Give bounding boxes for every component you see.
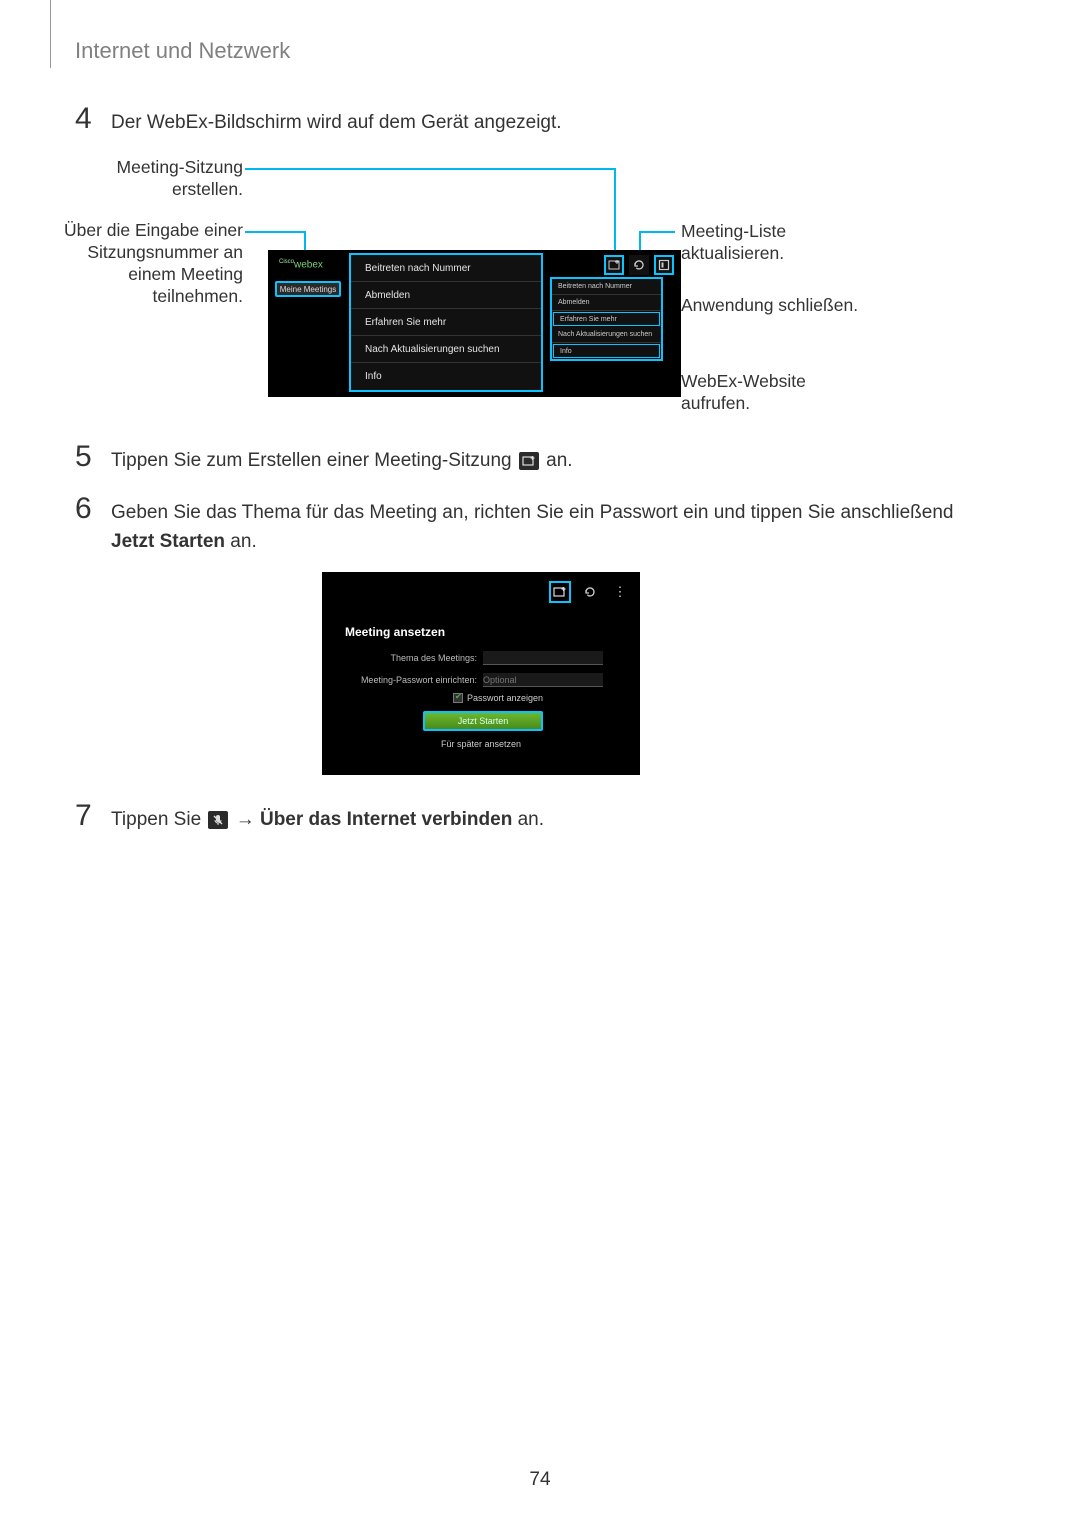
refresh-icon[interactable]	[579, 581, 601, 603]
mini-item[interactable]: Abmelden	[552, 295, 661, 311]
step-number: 4	[75, 104, 97, 134]
schedule-later-link[interactable]: Für später ansetzen	[323, 739, 639, 749]
menu-item-info[interactable]: Info	[351, 363, 541, 390]
callout-close-app: Anwendung schließen.	[681, 295, 881, 317]
mini-item[interactable]: Beitreten nach Nummer	[552, 279, 661, 295]
step-text: Tippen Sie zum Erstellen einer Meeting-S…	[111, 442, 573, 476]
label-show-password: Passwort anzeigen	[467, 693, 543, 703]
tab-my-meetings[interactable]: Meine Meetings	[275, 281, 341, 297]
row-show-password[interactable]: Passwort anzeigen	[453, 693, 543, 703]
mini-item[interactable]: Nach Aktualisierungen suchen	[552, 327, 661, 343]
input-password[interactable]	[483, 673, 603, 687]
label-topic: Thema des Meetings:	[357, 653, 477, 663]
header-rule	[50, 0, 51, 68]
step-text: Tippen Sie → Über das Internet verbinden…	[111, 801, 544, 835]
menu-item-learn-more[interactable]: Erfahren Sie mehr	[351, 309, 541, 336]
callout-create-meeting: Meeting-Sitzung erstellen.	[48, 157, 243, 201]
step-5: 5 Tippen Sie zum Erstellen einer Meeting…	[75, 442, 573, 476]
overflow-menu: Beitreten nach Nummer Abmelden Erfahren …	[550, 277, 663, 361]
webex-logo: Ciscowebex	[279, 259, 323, 270]
step-number: 5	[75, 442, 97, 472]
close-app-icon[interactable]	[654, 255, 674, 275]
more-icon[interactable]: ⋮	[609, 581, 631, 603]
checkbox-show-password-icon[interactable]	[453, 693, 463, 703]
row-meeting-topic: Thema des Meetings:	[357, 651, 603, 665]
connector	[245, 168, 615, 170]
figure-webex-main: Meeting-Sitzung erstellen. Über die Eing…	[85, 155, 980, 415]
connector	[639, 231, 675, 233]
section-title: Internet und Netzwerk	[75, 38, 290, 64]
callout-join-by-number: Über die Eingabe einer Sitzungsnummer an…	[48, 220, 243, 308]
step-number: 6	[75, 494, 97, 524]
step-7: 7 Tippen Sie → Über das Internet verbind…	[75, 801, 544, 835]
step-text: Der WebEx-Bildschirm wird auf dem Gerät …	[111, 104, 562, 138]
connector	[245, 231, 305, 233]
mini-item-info[interactable]: Info	[553, 344, 660, 358]
step-number: 7	[75, 801, 97, 831]
callout-webex-website: WebEx-Website aufrufen.	[681, 371, 861, 415]
menu-item-sign-out[interactable]: Abmelden	[351, 282, 541, 309]
mic-mute-icon	[208, 811, 228, 829]
connector	[614, 168, 616, 254]
page-number: 74	[0, 1469, 1080, 1491]
figure-schedule-meeting: ⋮ Meeting ansetzen Thema des Meetings: M…	[322, 572, 640, 775]
step-text: Geben Sie das Thema für das Meeting an, …	[111, 494, 975, 556]
start-now-button[interactable]: Jetzt Starten	[423, 711, 543, 731]
callout-refresh-list: Meeting-Liste aktualisieren.	[681, 221, 861, 265]
menu-item-join-by-number[interactable]: Beitreten nach Nummer	[351, 255, 541, 282]
mini-item-learn-more[interactable]: Erfahren Sie mehr	[553, 312, 660, 326]
toolbar: ⋮	[549, 581, 631, 603]
menu-item-check-updates[interactable]: Nach Aktualisierungen suchen	[351, 336, 541, 363]
step-6: 6 Geben Sie das Thema für das Meeting an…	[75, 494, 975, 556]
row-meeting-password: Meeting-Passwort einrichten:	[357, 673, 603, 687]
label-password: Meeting-Passwort einrichten:	[357, 675, 477, 685]
step-4: 4 Der WebEx-Bildschirm wird auf dem Gerä…	[75, 104, 562, 138]
add-meeting-icon[interactable]	[549, 581, 571, 603]
input-topic[interactable]	[483, 651, 603, 665]
refresh-icon[interactable]	[629, 255, 649, 275]
add-meeting-icon[interactable]	[604, 255, 624, 275]
dialog-heading: Meeting ansetzen	[345, 625, 445, 639]
menu-panel: Beitreten nach Nummer Abmelden Erfahren …	[349, 253, 543, 392]
add-meeting-icon	[519, 452, 539, 470]
